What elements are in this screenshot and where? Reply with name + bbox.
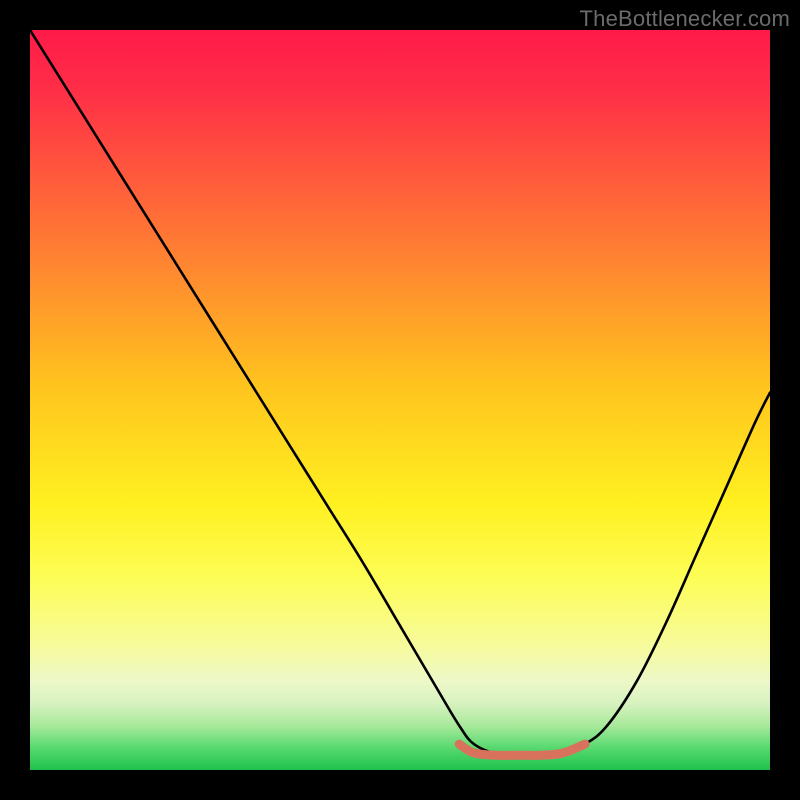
watermark-text: TheBottlenecker.com (580, 6, 790, 32)
chart-svg (30, 30, 770, 770)
chart-frame: TheBottlenecker.com (0, 0, 800, 800)
bottleneck-curve-path (30, 30, 770, 755)
